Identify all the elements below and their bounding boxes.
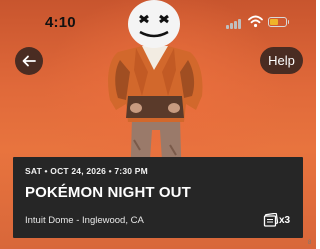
battery-icon	[268, 17, 289, 27]
event-screen: 4:10 Help SAT • OCT 24, 2026 • 7:30 PM P…	[0, 0, 316, 249]
event-venue: Intuit Dome - Inglewood, CA	[25, 215, 144, 226]
wifi-icon	[248, 15, 263, 28]
ticket-count: x3	[279, 215, 291, 226]
arrow-left-icon	[22, 55, 36, 67]
battery-level	[270, 19, 279, 25]
event-card[interactable]: SAT • OCT 24, 2026 • 7:30 PM POKÉMON NIG…	[13, 157, 303, 238]
event-title: POKÉMON NIGHT OUT	[25, 184, 191, 201]
help-button[interactable]: Help	[260, 47, 303, 74]
ticket-icon	[263, 213, 279, 227]
event-date: SAT • OCT 24, 2026 • 7:30 PM	[25, 166, 148, 176]
status-time: 4:10	[45, 14, 76, 31]
back-button[interactable]	[15, 47, 43, 75]
page-marker: 8	[308, 240, 312, 246]
signal-bars-icon	[226, 17, 242, 29]
